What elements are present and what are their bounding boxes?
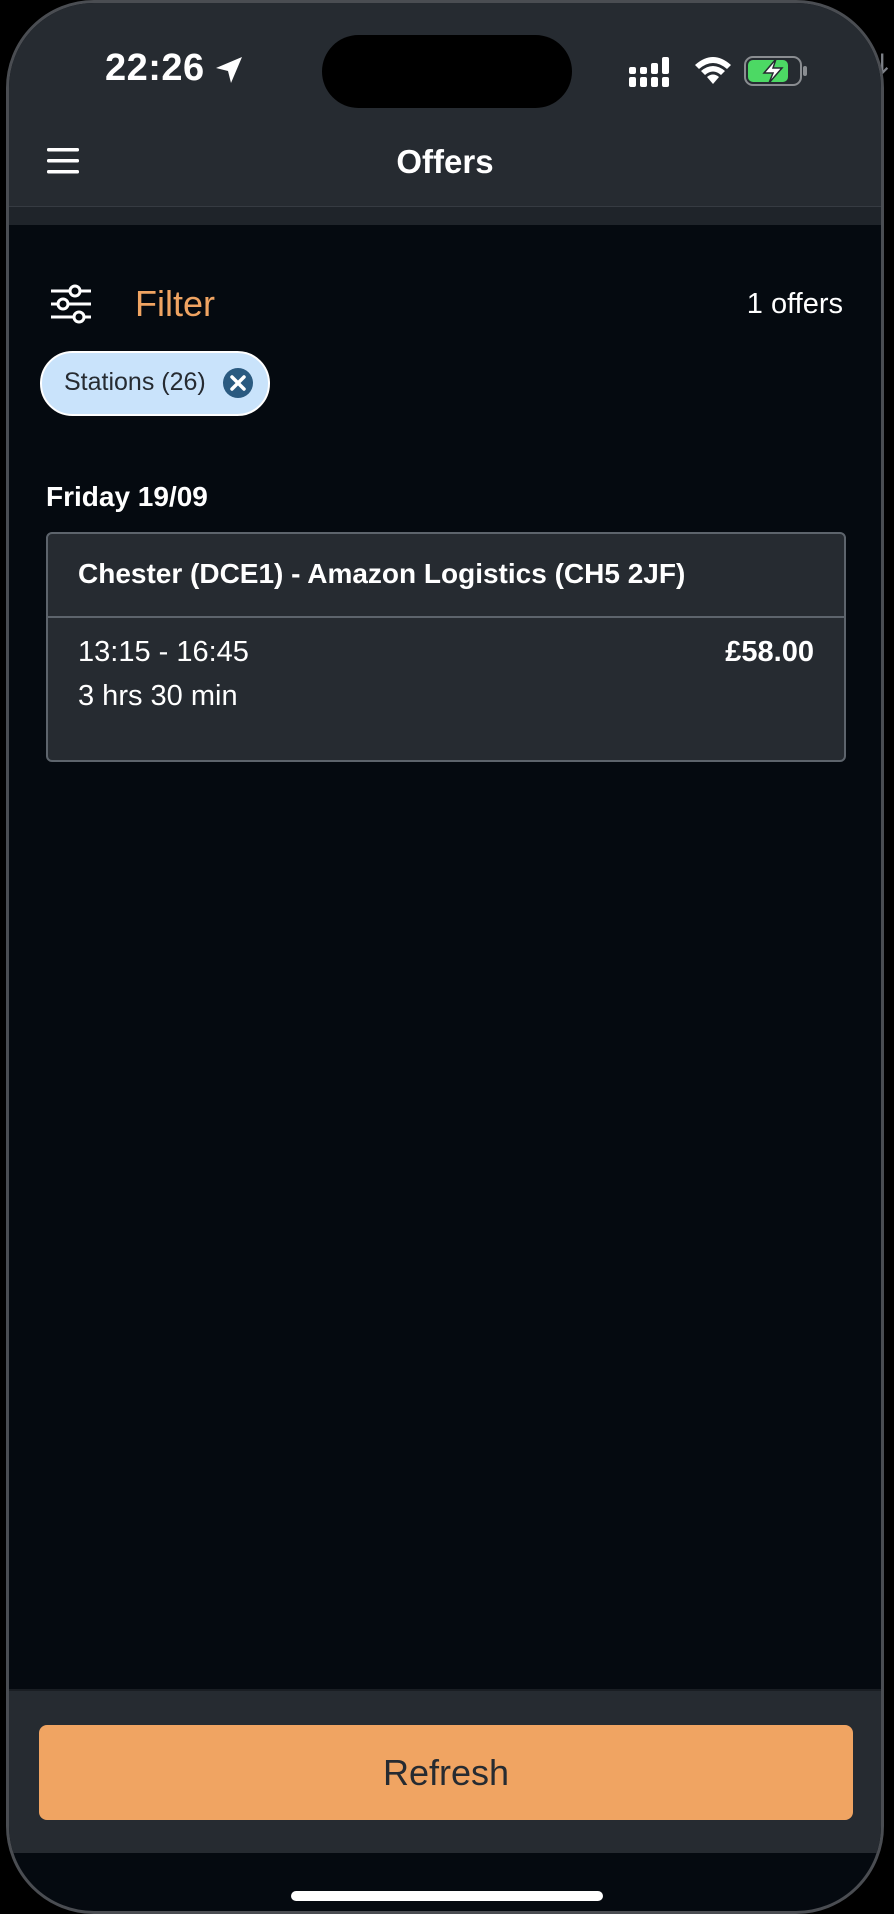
- station-name: Chester (DCE1) - Amazon Logistics (CH5 2…: [78, 558, 686, 589]
- dynamic-island: [322, 35, 572, 108]
- status-bar: 22:26: [9, 3, 881, 138]
- date-heading: Friday 19/09: [46, 481, 208, 512]
- offer-card-header: Chester (DCE1) - Amazon Logistics (CH5 2…: [48, 534, 844, 618]
- refresh-button[interactable]: Refresh: [39, 1725, 853, 1820]
- station-filter-chip[interactable]: Stations (26): [40, 351, 270, 416]
- shift-pay: £58.00: [725, 636, 814, 668]
- bottom-bar: Refresh: [9, 1689, 881, 1853]
- offer-card[interactable]: Chester (DCE1) - Amazon Logistics (CH5 2…: [46, 532, 846, 762]
- home-indicator[interactable]: [291, 1891, 603, 1901]
- offer-count: 1 offers: [746, 288, 843, 320]
- close-circle-icon[interactable]: [222, 367, 254, 399]
- page-title: Offers: [396, 143, 494, 180]
- location-arrow-icon: [216, 57, 242, 83]
- shift-duration: 3 hrs 30 min: [78, 680, 238, 712]
- shift-time: 13:15 - 16:45: [78, 636, 249, 668]
- chip-label: Stations (26): [64, 368, 206, 396]
- status-time: 22:26: [105, 47, 205, 89]
- cellular-signal-icon: [629, 57, 669, 87]
- battery-charging-icon: [744, 56, 807, 86]
- filter-button[interactable]: Filter: [135, 283, 215, 325]
- sliders-icon[interactable]: [49, 283, 93, 325]
- header-divider: [9, 206, 881, 225]
- wifi-icon: [695, 57, 731, 84]
- phone-screen: 22:26 Offers Filter 1 offers Stations (2…: [6, 0, 884, 1914]
